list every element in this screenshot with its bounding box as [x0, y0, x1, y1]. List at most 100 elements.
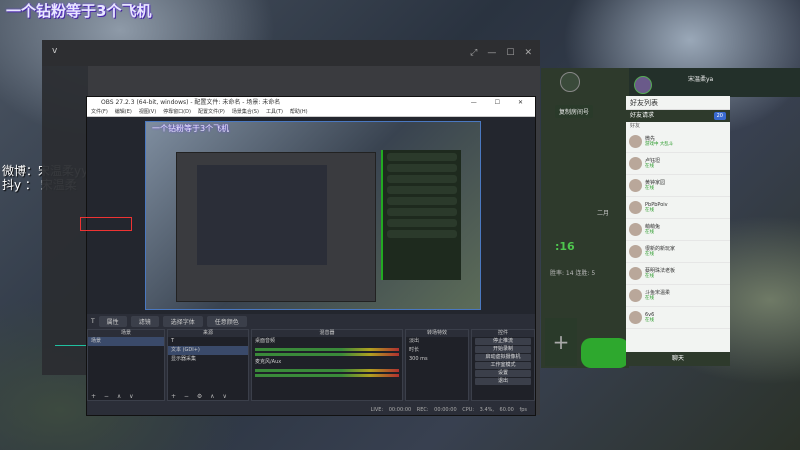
- friend-item[interactable]: 斗鱼宋温柔 在线: [626, 285, 730, 307]
- minimize-icon[interactable]: —: [487, 48, 496, 58]
- friends-panel: 好友列表 好友请求 20 好友 微先 游戏中 大乱斗 卢钰坦 在线 黄钟家园 在线 PbPbP…: [626, 96, 730, 366]
- menu-edit[interactable]: 编辑(E): [115, 108, 132, 116]
- friend-status: 在线: [645, 163, 654, 169]
- source-item[interactable]: 文本 (GDI+): [168, 346, 248, 355]
- source-item[interactable]: T: [168, 337, 248, 346]
- friend-item[interactable]: 萌萌兔 在线: [626, 219, 730, 241]
- sources-header: 来源: [168, 330, 248, 337]
- friend-status: 在线: [645, 251, 654, 257]
- text-source-icon: T: [91, 317, 95, 325]
- list-item: [387, 153, 457, 161]
- friend-requests-label: 好友请求: [630, 112, 655, 119]
- canvas-overlay-title: 一个钻粉等于3个飞机: [152, 124, 230, 133]
- menu-view[interactable]: 视图(V): [139, 108, 156, 116]
- scenes-controls[interactable]: + − ∧ ∨: [88, 393, 164, 400]
- volume-slider[interactable]: [255, 353, 399, 356]
- avatar: [629, 179, 642, 192]
- nested-client: [381, 150, 461, 280]
- copy-room-button[interactable]: 复制房间号: [555, 105, 594, 118]
- friend-requests-row[interactable]: 好友请求 20: [626, 110, 730, 122]
- friends-group-label[interactable]: 好友: [626, 122, 730, 131]
- list-item: [387, 219, 457, 227]
- list-item: [387, 175, 457, 183]
- client-stats: 胜率: 14 连胜: 5: [550, 270, 596, 277]
- mixer-header: 混音器: [252, 330, 402, 337]
- chat-button[interactable]: 聊天: [626, 352, 730, 366]
- obs-statusbar: LIVE: 00:00:00 REC: 00:00:00 CPU: 3.4%, …: [87, 405, 535, 415]
- list-item: [387, 164, 457, 172]
- close-icon[interactable]: ✕: [524, 48, 532, 58]
- friend-item[interactable]: 蔡明珠法老板 在线: [626, 263, 730, 285]
- friend-name: 很新的新玩家: [645, 245, 676, 252]
- scenes-header: 场景: [88, 330, 164, 337]
- select-font-button[interactable]: 选择字体: [162, 315, 203, 327]
- expand-icon[interactable]: ⤢: [470, 48, 477, 58]
- nested-window: [176, 152, 376, 302]
- avatar: [629, 223, 642, 236]
- list-item: [387, 230, 457, 238]
- preview-canvas[interactable]: 一个钻粉等于3个飞机: [80, 121, 481, 310]
- start-recording-button[interactable]: 开始录制: [475, 346, 531, 353]
- avatar: [629, 245, 642, 258]
- transition-select[interactable]: 淡出: [406, 337, 468, 346]
- filters-button[interactable]: 滤镜: [130, 315, 159, 327]
- obs-window-controls[interactable]: — ☐ ✕: [471, 97, 531, 108]
- friend-item[interactable]: PbPbPoiv 在线: [626, 197, 730, 219]
- menu-scene-collection[interactable]: 场景集合(S): [232, 108, 259, 116]
- transitions-dock: 转场特效 淡出 时长 300 ms: [405, 329, 469, 401]
- obs-title-text: OBS 27.2.3 (64-bit, windows) - 配置文件: 未命名…: [101, 99, 281, 106]
- month-label: 二月: [597, 210, 610, 217]
- friend-item[interactable]: 很新的新玩家 在线: [626, 241, 730, 263]
- properties-button[interactable]: 属性: [98, 315, 127, 327]
- avatar: [629, 267, 642, 280]
- menu-docks[interactable]: 停靠窗口(D): [163, 108, 191, 116]
- friend-status: 在线: [645, 317, 654, 323]
- play-button[interactable]: [581, 338, 629, 368]
- friend-name: 6v6: [645, 311, 655, 318]
- friend-item[interactable]: 微先 游戏中 大乱斗: [626, 131, 730, 153]
- scenes-dock: 场景 场景 + − ∧ ∨: [87, 329, 165, 401]
- exit-button[interactable]: 退出: [475, 378, 531, 385]
- avatar: [629, 157, 642, 170]
- friend-item[interactable]: 卢钰坦 在线: [626, 153, 730, 175]
- friend-requests-count: 20: [713, 112, 726, 120]
- nested-obs: [197, 165, 327, 265]
- sources-dock: 来源 T 文本 (GDI+) 显示器采集 + − ⚙ ∧ ∨: [167, 329, 249, 401]
- mixer-dock: 混音器 桌面音频 麦克风/Aux: [251, 329, 403, 401]
- friend-status: 在线: [645, 295, 654, 301]
- friend-item[interactable]: 6v6 在线: [626, 307, 730, 329]
- virtual-camera-button[interactable]: 启动虚拟摄像机: [475, 354, 531, 361]
- friends-header-text: 好友列表: [630, 99, 658, 107]
- studio-mode-button[interactable]: 工作室模式: [475, 362, 531, 369]
- friend-item[interactable]: 黄钟家园 在线: [626, 175, 730, 197]
- game-logo-icon[interactable]: [560, 72, 580, 92]
- source-item[interactable]: 显示器采集: [168, 355, 248, 364]
- menu-file[interactable]: 文件(F): [91, 108, 108, 116]
- maximize-icon[interactable]: ☐: [506, 48, 514, 58]
- obs-docks: 场景 场景 + − ∧ ∨ 来源 T 文本 (GDI+) 显示器采集 + − ⚙…: [87, 329, 535, 401]
- avatar[interactable]: [634, 76, 652, 94]
- sources-controls[interactable]: + − ⚙ ∧ ∨: [168, 393, 248, 400]
- friend-name: 卢钰坦: [645, 157, 661, 164]
- color-button[interactable]: 任意颜色: [206, 315, 247, 327]
- obs-window: OBS 27.2.3 (64-bit, windows) - 配置文件: 未命名…: [80, 96, 536, 416]
- controls-dock: 控件 停止推流 开始录制 启动虚拟摄像机 工作室模式 设置 退出: [471, 329, 535, 401]
- add-button[interactable]: +: [545, 318, 577, 366]
- list-item: [387, 197, 457, 205]
- menu-tools[interactable]: 工具(T): [266, 108, 283, 116]
- menu-profile[interactable]: 配置文件(P): [198, 108, 225, 116]
- duration-input[interactable]: 300 ms: [406, 355, 468, 364]
- settings-button[interactable]: 设置: [475, 370, 531, 377]
- chevron-down-icon[interactable]: v: [52, 46, 57, 56]
- avatar: [629, 289, 642, 302]
- audio-meter: [255, 369, 399, 372]
- selected-text-source[interactable]: [80, 217, 132, 231]
- scene-item[interactable]: 场景: [88, 337, 164, 346]
- duration-label: 时长: [409, 347, 420, 353]
- avatar: [629, 135, 642, 148]
- menu-help[interactable]: 帮助(H): [290, 108, 308, 116]
- stop-stream-button[interactable]: 停止推流: [475, 338, 531, 345]
- source-toolbar: T 属性 滤镜 选择字体 任意颜色: [87, 315, 535, 327]
- mixer-channel-desktop: 桌面音频: [255, 338, 276, 344]
- volume-slider[interactable]: [255, 374, 399, 377]
